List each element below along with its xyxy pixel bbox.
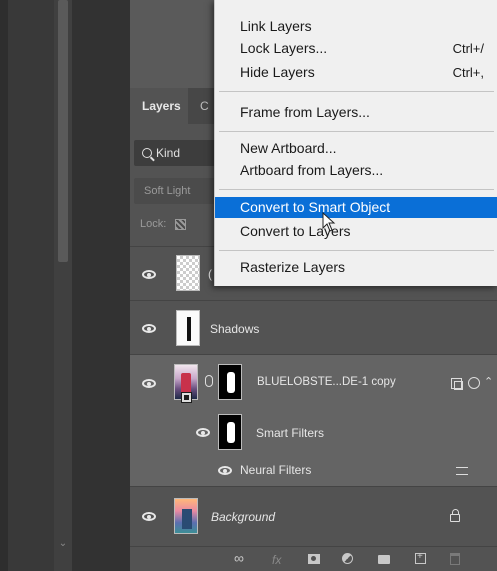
neural-filters-row[interactable]: Neural Filters [130,456,497,486]
eye-icon[interactable] [218,466,232,475]
lock-icon[interactable] [450,509,460,522]
lock-row: Lock: [140,218,187,230]
tab-layers[interactable]: Layers [130,88,188,124]
menu-item-lock-layers[interactable]: Lock Layers... Ctrl+/ [215,38,497,59]
menu-separator [219,189,494,190]
menu-item-rasterize-layers[interactable]: Rasterize Layers [215,257,497,278]
menu-item-label: Link Layers [240,18,312,34]
menu-item-shortcut: Ctrl+, [452,65,484,80]
blend-mode-dropdown[interactable]: Soft Light [134,178,224,204]
menu-item-hide-layers[interactable]: Hide Layers Ctrl+, [215,62,497,83]
chevron-down-icon[interactable]: ⌄ [56,538,70,552]
layer-name: BLUELOBSTE...DE-1 copy [257,376,396,388]
menu-item-label: Lock Layers... [240,40,328,56]
menu-item-convert-to-layers[interactable]: Convert to Layers [215,221,497,242]
smart-filters-row[interactable]: Smart Filters [130,410,497,456]
eye-icon[interactable] [142,379,156,388]
layer-mask-thumbnail[interactable] [218,364,242,400]
layer-thumbnail [176,310,200,346]
new-layer-icon[interactable] [415,551,426,564]
menu-item-label: New Artboard... [240,140,337,156]
filter-kind-label: Kind [156,146,181,160]
layer-name: Background [211,510,276,524]
eye-icon[interactable] [142,512,156,521]
menu-item-convert-to-smart-object[interactable]: Convert to Smart Object [215,197,497,218]
menu-item-label: Artboard from Layers... [240,162,384,178]
tab-channels[interactable]: C [200,88,209,124]
smart-object-badge-icon [181,392,192,403]
menu-separator [219,91,494,92]
layers-bottom-toolbar: ∞ fx [130,546,497,571]
chevron-up-icon[interactable]: ⌃ [484,375,493,388]
folder-icon[interactable] [378,555,390,564]
menu-item-new-artboard[interactable]: New Artboard... [215,138,497,159]
menu-item-link-layers[interactable]: Link Layers [215,16,497,37]
eye-icon[interactable] [196,428,210,437]
eye-icon[interactable] [142,324,156,333]
layer-name: Smart Filters [256,426,325,440]
canvas-gutter [8,0,54,571]
layer-thumbnail [176,255,200,291]
menu-item-shortcut: Ctrl+/ [452,41,484,56]
layer-name: Shadows [210,322,260,336]
scrollbar-thumb[interactable] [58,0,68,262]
layer-name: ( [208,267,212,281]
trash-icon[interactable] [450,553,460,565]
add-mask-icon[interactable] [308,554,320,564]
smart-object-icon [451,378,463,390]
layer-row-bluelobster[interactable]: BLUELOBSTE...DE-1 copy ⌃ [130,354,497,410]
menu-item-artboard-from-layers[interactable]: Artboard from Layers... [215,160,497,181]
layer-thumbnail [174,498,198,534]
menu-item-label: Frame from Layers... [240,104,370,120]
link-icon[interactable] [205,375,213,387]
lock-transparency-icon[interactable] [175,218,187,230]
fx-icon[interactable]: fx [272,553,281,567]
menu-separator [219,250,494,251]
lock-label: Lock: [140,218,167,230]
menu-separator [219,131,494,132]
layer-effects-icon[interactable] [468,377,480,389]
link-layers-icon[interactable]: ∞ [234,550,244,566]
panel-dock-gap [72,0,130,571]
layer-row-shadows[interactable]: Shadows [130,300,497,354]
menu-item-label: Rasterize Layers [240,259,346,275]
menu-item-label: Hide Layers [240,64,315,80]
eye-icon[interactable] [142,270,156,279]
search-icon [142,148,152,158]
workspace-edge [0,0,8,571]
layers-context-menu: Link Layers Lock Layers... Ctrl+/ Hide L… [214,0,497,286]
layer-name: Neural Filters [240,463,312,477]
filter-kind-dropdown[interactable]: Kind [134,140,220,166]
menu-item-frame-from-layers[interactable]: Frame from Layers... [215,102,497,123]
menu-item-label: Convert to Smart Object [240,199,391,215]
smart-filter-mask-thumbnail[interactable] [218,414,242,450]
filter-options-icon[interactable] [456,467,468,475]
adjustment-layer-icon[interactable] [342,553,353,564]
layer-row-background[interactable]: Background [130,486,497,546]
